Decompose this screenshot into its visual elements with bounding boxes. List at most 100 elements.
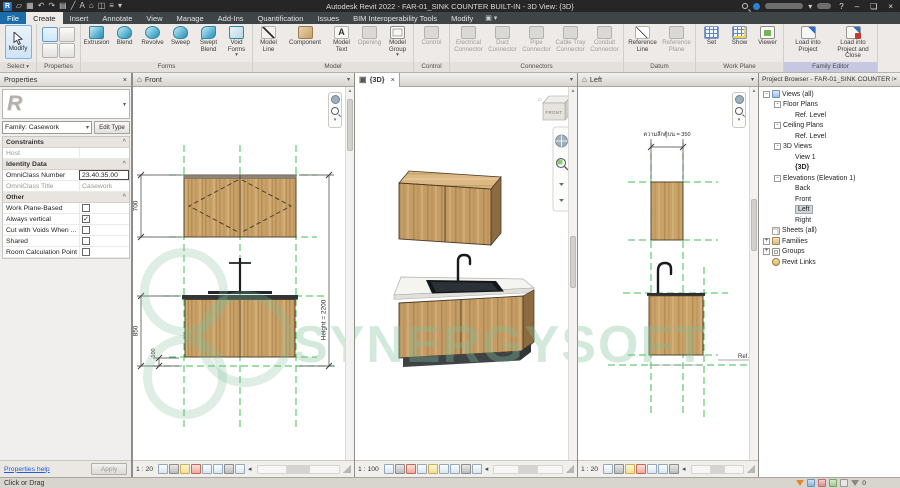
visual-style-icon[interactable] [169,464,179,474]
faucet-front[interactable] [229,258,251,294]
type-selector-dropdown-icon[interactable]: ▾ [123,101,129,108]
tree-item-view-1[interactable]: View 1 [759,152,900,163]
horizontal-scrollbar[interactable] [691,465,744,474]
links-icon[interactable] [829,479,837,487]
extrusion-button[interactable]: Extrusion [83,25,110,61]
cut-with-voids-checkbox[interactable] [82,226,90,234]
ribbon-display-toggle-icon[interactable]: ▣ ▾ [480,12,502,24]
ref-label[interactable]: Ref. [738,354,749,360]
tab-annotate[interactable]: Annotate [95,12,139,24]
tree-item-floor-plans[interactable]: -Floor Plans [759,100,900,111]
properties-palette-icon[interactable] [42,27,58,42]
blend-button[interactable]: Blend [111,25,138,61]
crop-view-icon[interactable] [202,464,212,474]
account-dropdown-icon[interactable]: ▾ [808,2,812,11]
front-canvas[interactable]: 700 850 100 Height = 2200 [133,87,354,460]
view-tab-dropdown-icon[interactable]: ▾ [347,76,354,83]
viewer-button[interactable]: Viewer [754,25,781,61]
family-types-icon[interactable] [59,27,75,42]
sweep-button[interactable]: Sweep [167,25,194,61]
omniclass-number-input[interactable]: 23.40.35.00 [79,170,129,180]
temporary-hide-isolate-icon[interactable] [669,464,679,474]
scale-control[interactable]: 1 : 100 [358,466,379,473]
show-crop-icon[interactable] [213,464,223,474]
save-icon[interactable]: ▦ [26,1,34,11]
front-view-tab[interactable]: Front [145,75,162,84]
expand-icon[interactable]: + [763,248,770,255]
dim-100-label[interactable]: 100 [151,348,157,357]
section-pin-icon[interactable]: ^ [122,194,126,200]
navigation-bar-mini[interactable]: ▾ [732,92,746,128]
property-row[interactable]: Cut with Voids When ... [3,225,129,236]
sun-path-icon[interactable] [625,464,635,474]
open-icon[interactable]: ▱ [16,1,22,11]
close-view-icon[interactable]: × [391,75,395,84]
section-other[interactable]: Other^ [3,192,129,203]
visual-style-icon[interactable] [614,464,624,474]
store-icon-redacted[interactable] [817,3,831,9]
tab-addins[interactable]: Add-Ins [211,12,251,24]
undo-icon[interactable]: ↶ [38,1,45,11]
zoom-icon[interactable] [331,107,339,115]
sun-path-icon[interactable] [180,464,190,474]
room-calculation-point-checkbox[interactable] [82,248,90,256]
three-d-view-tab[interactable]: ▣ {3D} × [355,73,400,87]
component-button[interactable]: Component [283,25,327,61]
tree-item-revit-links[interactable]: Revit Links [759,257,900,268]
wall-cabinet-3d[interactable] [399,171,501,245]
print-icon[interactable]: ▤ [59,1,67,11]
dim-850-label[interactable]: 850 [133,325,140,336]
crop-view-icon[interactable] [439,464,449,474]
help-icon[interactable]: ? [836,2,846,11]
family-filter-combo[interactable]: Family: Casework▾ [2,121,92,134]
void-forms-dropdown-icon[interactable]: ▾ [235,53,238,57]
user-avatar[interactable] [753,3,760,10]
tree-item-front[interactable]: Front [759,194,900,205]
tree-item-ref-level[interactable]: Ref. Level [759,131,900,142]
detail-level-icon[interactable] [158,464,168,474]
property-row[interactable]: OmniClass TitleCasework [3,181,129,192]
section-icon[interactable]: ◫ [98,1,106,11]
worksets-icon[interactable] [796,480,804,486]
set-work-plane-button[interactable]: Set [698,25,725,61]
edit-type-button[interactable]: Edit Type [94,121,130,134]
family-category-icon[interactable] [42,43,58,58]
temporary-hide-isolate-icon[interactable] [224,464,234,474]
design-options-icon[interactable] [807,479,815,487]
swept-blend-button[interactable]: Swept Blend [195,25,222,61]
main-model-icon[interactable] [818,479,826,487]
select-toggles-icon[interactable] [840,479,848,487]
show-crop-icon[interactable] [450,464,460,474]
type-preview[interactable]: R▾ [2,89,130,119]
control-bar-expand-icon[interactable]: ◂ [680,465,688,473]
load-into-project-button[interactable]: Load into Project [786,25,830,61]
control-bar-expand-icon[interactable]: ◂ [246,465,254,473]
tree-item-elevations[interactable]: -Elevations (Elevation 1) [759,173,900,184]
tab-bim-interoperability[interactable]: BIM Interoperability Tools [346,12,444,24]
tree-item-ref-level[interactable]: Ref. Level [759,110,900,121]
apply-button[interactable]: Apply [91,463,127,475]
modify-button[interactable]: Modify [5,25,32,59]
panel-label-properties[interactable]: Properties [37,62,80,72]
revit-logo-icon[interactable]: R [3,2,12,11]
tab-modify[interactable]: Modify [444,12,480,24]
viewcube[interactable]: FRONT ⌂ [538,96,571,120]
tree-item-ceiling-plans[interactable]: -Ceiling Plans [759,121,900,132]
tree-item-views[interactable]: -Views (all) [759,89,900,100]
property-row[interactable]: OmniClass Number23.40.35.00 [3,170,129,181]
qat-dropdown-icon[interactable]: ▾ [118,1,122,11]
ui-list-icon[interactable]: ≡ [109,1,114,11]
expand-icon[interactable]: + [763,238,770,245]
base-cabinet-side[interactable] [647,263,705,365]
minimize-button[interactable]: – [852,2,862,11]
resize-corner[interactable] [747,465,755,473]
collapse-icon[interactable]: - [763,91,770,98]
reveal-hidden-elements-icon[interactable] [472,464,482,474]
search-icon[interactable] [742,3,748,9]
left-view-tab[interactable]: Left [590,75,602,84]
tree-item-left[interactable]: Left [759,205,900,216]
restore-button[interactable]: ❏ [867,2,880,11]
revolve-button[interactable]: Revolve [139,25,166,61]
tab-view[interactable]: View [139,12,169,24]
always-vertical-checkbox[interactable]: ✓ [82,215,90,223]
